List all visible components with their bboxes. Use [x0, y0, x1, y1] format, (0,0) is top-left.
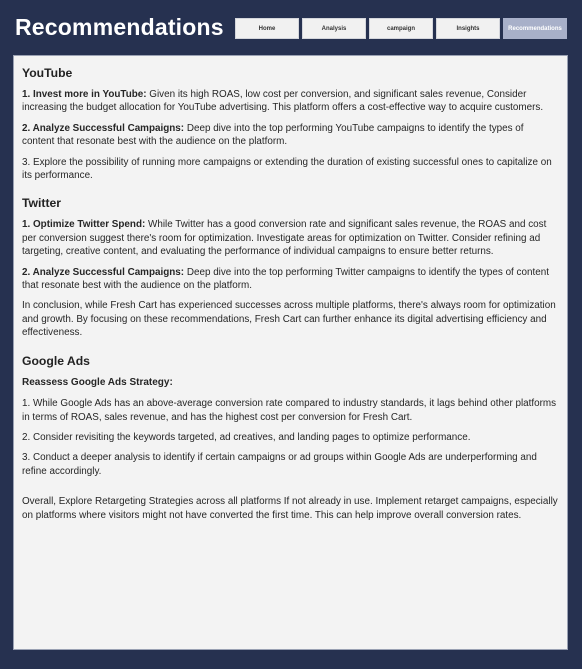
overall-recommendation: Overall, Explore Retargeting Strategies … — [22, 496, 558, 521]
youtube-recommendation-2-lead: 2. Analyze Successful Campaigns: — [22, 122, 185, 134]
nav-analysis-button[interactable]: Analysis — [302, 18, 366, 39]
nav-campaign-button[interactable]: campaign — [369, 18, 433, 39]
google-ads-recommendation-1: 1. While Google Ads has an above-average… — [22, 398, 557, 423]
google-ads-subheading: Reassess Google Ads Strategy: — [22, 376, 173, 388]
nav-home-button[interactable]: Home — [235, 18, 299, 39]
youtube-section-title: YouTube — [22, 66, 73, 80]
youtube-recommendation-3: 3. Explore the possibility of running mo… — [22, 156, 552, 182]
twitter-recommendation-2: 2. Analyze Successful Campaigns: Deep di… — [22, 266, 558, 293]
youtube-recommendation-1: 1. Invest more in YouTube: Given its hig… — [22, 88, 558, 115]
twitter-conclusion: In conclusion, while Fresh Cart has expe… — [22, 300, 556, 339]
twitter-recommendation-1-lead: 1. Optimize Twitter Spend: — [22, 219, 146, 231]
youtube-recommendation-2: 2. Analyze Successful Campaigns: Deep di… — [22, 122, 558, 149]
twitter-section-title: Twitter — [22, 196, 62, 211]
youtube-recommendation-1-lead: 1. Invest more in YouTube: — [22, 89, 147, 100]
nav-recommendations-button[interactable]: Recommendations — [503, 18, 567, 39]
nav-insights-button[interactable]: Insights — [436, 18, 500, 39]
twitter-recommendation-1: 1. Optimize Twitter Spend: While Twitter… — [22, 218, 558, 258]
recommendations-panel: YouTube 1. Invest more in YouTube: Given… — [13, 55, 568, 650]
page-title: Recommendations — [15, 14, 224, 40]
google-ads-section-title: Google Ads — [22, 353, 90, 368]
twitter-recommendation-2-lead: 2. Analyze Successful Campaigns: — [22, 266, 185, 278]
google-ads-recommendation-3: 3. Conduct a deeper analysis to identify… — [22, 452, 537, 477]
google-ads-recommendation-2: 2. Consider revisiting the keywords targ… — [22, 431, 471, 443]
